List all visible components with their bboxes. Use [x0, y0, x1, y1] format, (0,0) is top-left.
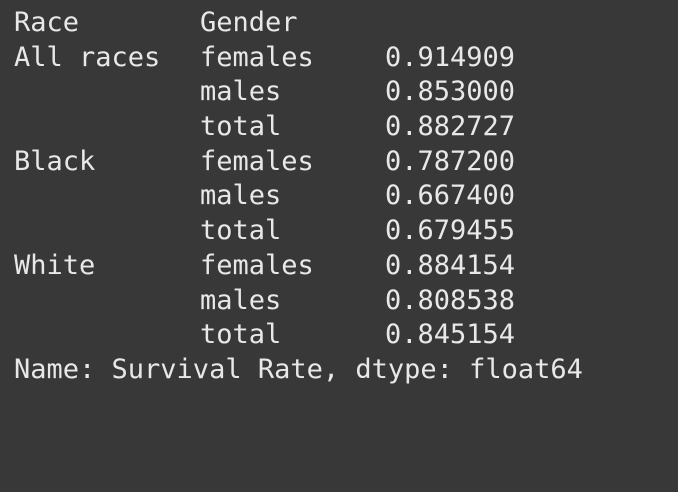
series-output-text: Race Gender All races females 0.914909 m… [14, 6, 583, 388]
survival-rate-value: 0.853000 [385, 76, 516, 108]
gender-label: females [200, 41, 314, 73]
series-row: All races females 0.914909 [14, 41, 583, 76]
survival-rate-value: 0.679455 [385, 215, 516, 247]
series-output-panel: Race Gender All races females 0.914909 m… [0, 0, 678, 418]
survival-rate-value: 0.845154 [385, 319, 516, 351]
series-row: total 0.882727 [14, 110, 583, 145]
race-label: All races [14, 41, 161, 73]
gender-label: males [200, 180, 282, 212]
survival-rate-value: 0.884154 [385, 249, 516, 281]
series-row: total 0.679455 [14, 214, 583, 249]
gender-label: males [200, 76, 282, 108]
gender-label: females [200, 145, 314, 177]
survival-rate-value: 0.914909 [385, 41, 516, 73]
survival-rate-value: 0.808538 [385, 284, 516, 316]
race-label: Black [14, 145, 96, 177]
survival-rate-value: 0.787200 [385, 145, 516, 177]
series-footer: Name: Survival Rate, dtype: float64 [14, 353, 583, 385]
series-row: White females 0.884154 [14, 249, 583, 284]
survival-rate-value: 0.882727 [385, 111, 516, 143]
series-row: males 0.667400 [14, 179, 583, 214]
series-row: total 0.845154 [14, 318, 583, 353]
race-label: White [14, 249, 96, 281]
gender-index-header: Gender [200, 7, 298, 38]
gender-label: females [200, 249, 314, 281]
series-row: males 0.808538 [14, 284, 583, 319]
gender-label: total [200, 319, 282, 351]
gender-label: total [200, 111, 282, 143]
gender-label: males [200, 284, 282, 316]
series-row: males 0.853000 [14, 75, 583, 110]
series-row: Black females 0.787200 [14, 145, 583, 180]
survival-rate-value: 0.667400 [385, 180, 516, 212]
gender-label: total [200, 215, 282, 247]
race-index-header: Race [14, 7, 80, 38]
index-header-row: Race Gender [14, 6, 583, 41]
